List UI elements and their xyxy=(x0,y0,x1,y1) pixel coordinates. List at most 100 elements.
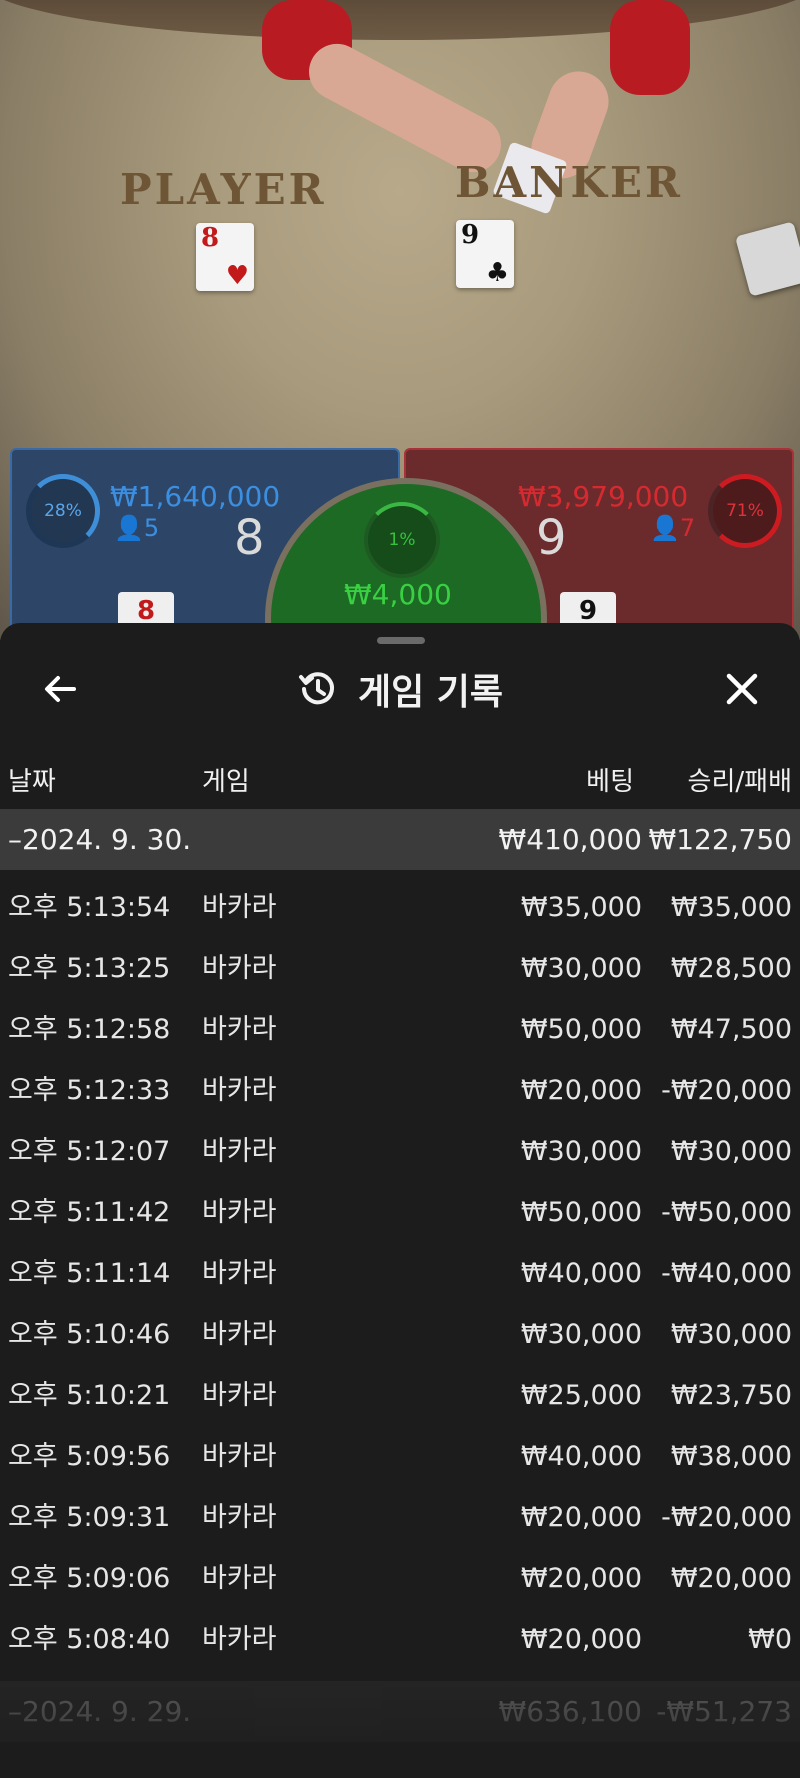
row-game: 바카라 xyxy=(202,953,277,984)
player-bettors: 👤5 xyxy=(114,514,160,542)
row-time: 오후 5:13:25 xyxy=(8,953,171,984)
row-bet: ₩20,000 xyxy=(520,1502,642,1533)
sheet-header: 게임 기록 xyxy=(0,663,800,715)
row-game: 바카라 xyxy=(202,1502,277,1533)
drag-handle[interactable] xyxy=(377,637,425,644)
banker-total-bet: ₩3,979,000 xyxy=(518,480,689,513)
banker-bettors: 👤7 xyxy=(650,514,696,542)
row-game: 바카라 xyxy=(202,1319,277,1350)
table-row[interactable]: 오후 5:10:21 바카라 ₩25,000 ₩23,750 xyxy=(0,1365,800,1426)
row-win-loss: ₩0 xyxy=(748,1624,792,1655)
table-row[interactable]: 오후 5:11:42 바카라 ₩50,000 -₩50,000 xyxy=(0,1182,800,1243)
group-bet-total: ₩410,000 xyxy=(498,823,642,856)
row-time: 오후 5:09:06 xyxy=(8,1563,171,1594)
column-header-win-loss: 승리/패배 xyxy=(687,767,792,797)
column-header-game: 게임 xyxy=(202,767,250,797)
row-bet: ₩50,000 xyxy=(520,1197,642,1228)
sheet-title: 게임 기록 xyxy=(358,672,504,713)
row-win-loss: ₩23,750 xyxy=(670,1380,792,1411)
row-game: 바카라 xyxy=(202,1563,277,1594)
row-win-loss: ₩35,000 xyxy=(670,892,792,923)
row-time: 오후 5:09:31 xyxy=(8,1502,171,1533)
banker-score: 9 xyxy=(536,510,567,566)
close-icon xyxy=(726,673,758,705)
row-win-loss: -₩50,000 xyxy=(661,1197,792,1228)
group-win-total: ₩122,750 xyxy=(648,823,792,856)
row-game: 바카라 xyxy=(202,1197,277,1228)
person-icon: 👤 xyxy=(650,514,680,542)
row-win-loss: -₩20,000 xyxy=(661,1075,792,1106)
row-time: 오후 5:13:54 xyxy=(8,892,171,923)
table-row[interactable]: 오후 5:09:31 바카라 ₩20,000 -₩20,000 xyxy=(0,1487,800,1548)
banker-card: 9 ♣ xyxy=(456,220,514,288)
row-bet: ₩25,000 xyxy=(520,1380,642,1411)
row-win-loss: -₩20,000 xyxy=(661,1502,792,1533)
row-bet: ₩30,000 xyxy=(520,1136,642,1167)
row-time: 오후 5:12:33 xyxy=(8,1075,171,1106)
row-bet: ₩30,000 xyxy=(520,953,642,984)
row-game: 바카라 xyxy=(202,1624,277,1655)
row-game: 바카라 xyxy=(202,1380,277,1411)
row-bet: ₩50,000 xyxy=(520,1014,642,1045)
row-game: 바카라 xyxy=(202,892,277,923)
group-bet-total: ₩636,100 xyxy=(498,1695,642,1728)
table-row[interactable]: 오후 5:11:14 바카라 ₩40,000 -₩40,000 xyxy=(0,1243,800,1304)
row-bet: ₩40,000 xyxy=(520,1258,642,1289)
card-shoe xyxy=(734,221,800,297)
row-time: 오후 5:08:40 xyxy=(8,1624,171,1655)
player-label: PLAYER xyxy=(120,165,327,214)
row-bet: ₩30,000 xyxy=(520,1319,642,1350)
table-row[interactable]: 오후 5:09:06 바카라 ₩20,000 ₩20,000 xyxy=(0,1548,800,1609)
tie-total-bet: ₩4,000 xyxy=(344,578,452,611)
player-percent-ring: 28% xyxy=(26,474,100,548)
row-game: 바카라 xyxy=(202,1014,277,1045)
player-total-bet: ₩1,640,000 xyxy=(110,480,281,513)
date-group-row[interactable]: –2024. 9. 30. ₩410,000 ₩122,750 xyxy=(0,809,800,870)
row-bet: ₩35,000 xyxy=(520,892,642,923)
group-date: –2024. 9. 29. xyxy=(8,1695,192,1728)
close-button[interactable] xyxy=(720,667,764,711)
row-game: 바카라 xyxy=(202,1258,277,1289)
table-row[interactable]: 오후 5:12:07 바카라 ₩30,000 ₩30,000 xyxy=(0,1121,800,1182)
table-row[interactable]: 오후 5:10:46 바카라 ₩30,000 ₩30,000 xyxy=(0,1304,800,1365)
row-win-loss: ₩38,000 xyxy=(670,1441,792,1472)
row-time: 오후 5:11:14 xyxy=(8,1258,171,1289)
row-time: 오후 5:10:21 xyxy=(8,1380,171,1411)
row-time: 오후 5:12:07 xyxy=(8,1136,171,1167)
player-score: 8 xyxy=(234,510,265,566)
table-row[interactable]: 오후 5:12:58 바카라 ₩50,000 ₩47,500 xyxy=(0,999,800,1060)
row-game: 바카라 xyxy=(202,1441,277,1472)
row-win-loss: ₩47,500 xyxy=(670,1014,792,1045)
table-row[interactable]: 오후 5:08:40 바카라 ₩20,000 ₩0 xyxy=(0,1609,800,1670)
date-group-row[interactable]: –2024. 9. 29. ₩636,100 -₩51,273 xyxy=(0,1681,800,1742)
player-card: 8 ♥ xyxy=(196,223,254,291)
group-date: –2024. 9. 30. xyxy=(8,823,192,856)
table-row[interactable]: 오후 5:12:33 바카라 ₩20,000 -₩20,000 xyxy=(0,1060,800,1121)
row-game: 바카라 xyxy=(202,1075,277,1106)
row-bet: ₩20,000 xyxy=(520,1624,642,1655)
banker-label: BANKER xyxy=(455,158,683,207)
row-win-loss: -₩40,000 xyxy=(661,1258,792,1289)
row-time: 오후 5:11:42 xyxy=(8,1197,171,1228)
row-bet: ₩40,000 xyxy=(520,1441,642,1472)
history-icon xyxy=(298,672,334,705)
banker-percent-ring: 71% xyxy=(708,474,782,548)
table-row[interactable]: 오후 5:13:25 바카라 ₩30,000 ₩28,500 xyxy=(0,938,800,999)
column-header-bet: 베팅 xyxy=(586,767,634,797)
tie-percent-ring: 1% xyxy=(364,502,440,578)
person-icon: 👤 xyxy=(114,514,144,542)
row-win-loss: ₩30,000 xyxy=(670,1319,792,1350)
table-row[interactable]: 오후 5:13:54 바카라 ₩35,000 ₩35,000 xyxy=(0,877,800,938)
table-row[interactable]: 오후 5:09:56 바카라 ₩40,000 ₩38,000 xyxy=(0,1426,800,1487)
row-time: 오후 5:10:46 xyxy=(8,1319,171,1350)
row-bet: ₩20,000 xyxy=(520,1563,642,1594)
row-time: 오후 5:12:58 xyxy=(8,1014,171,1045)
row-time: 오후 5:09:56 xyxy=(8,1441,171,1472)
row-win-loss: ₩30,000 xyxy=(670,1136,792,1167)
row-game: 바카라 xyxy=(202,1136,277,1167)
column-header-date: 날짜 xyxy=(8,767,56,797)
dealer-sleeve-right xyxy=(610,0,690,95)
row-bet: ₩20,000 xyxy=(520,1075,642,1106)
row-win-loss: ₩20,000 xyxy=(670,1563,792,1594)
row-win-loss: ₩28,500 xyxy=(670,953,792,984)
